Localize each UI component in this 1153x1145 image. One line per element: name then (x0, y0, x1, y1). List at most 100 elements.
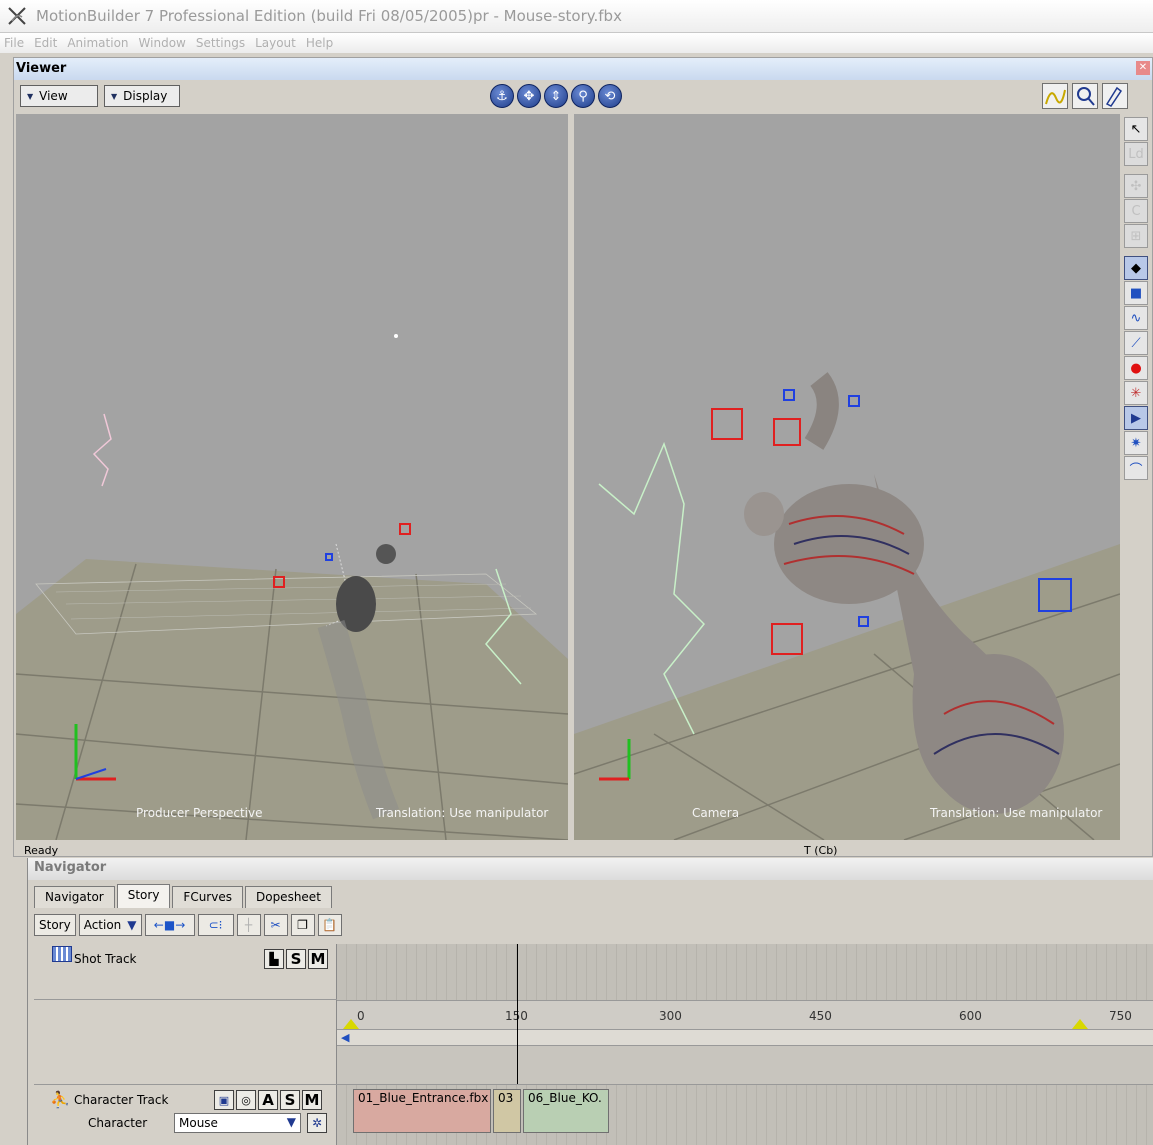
curve-display-icon[interactable] (1042, 83, 1068, 109)
paste-icon[interactable]: 📋 (317, 914, 342, 936)
copy-icon[interactable]: ❐ (290, 914, 315, 936)
tab-story[interactable]: Story (116, 884, 171, 908)
view-menu-button[interactable]: ▼ View (20, 85, 98, 107)
character-track-a-button[interactable]: A (258, 1090, 278, 1110)
view-menu-label: View (39, 89, 68, 103)
display-menu-label: Display (123, 89, 168, 103)
menu-file[interactable]: File (4, 36, 24, 50)
character-track-solo-button[interactable]: S (280, 1090, 300, 1110)
character-pick-icon[interactable]: ✲ (307, 1113, 327, 1133)
close-icon[interactable]: ✕ (1136, 61, 1150, 75)
story-toolbar: Story Action ▼ ←■→ ⊂⁝ ┼ ✂ ❐ 📋 (34, 914, 342, 936)
timeline-scrollbar[interactable]: ◀ (337, 1030, 1153, 1046)
light-icon[interactable]: ✷ (1124, 431, 1148, 455)
story-clip-01-blue-entrance[interactable]: 01_Blue_Entrance.fbx (353, 1089, 491, 1133)
camera-viewport[interactable]: Camera Translation: Use manipulator (574, 114, 1120, 840)
character-track-layer-icon[interactable]: ▣ (214, 1090, 234, 1110)
zoom-2d-icon[interactable] (1072, 83, 1098, 109)
character-track-mute-button[interactable]: M (302, 1090, 322, 1110)
character-track-lane[interactable]: 01_Blue_Entrance.fbx 03 06_Blue_KO. (337, 1084, 1153, 1145)
character-select-value: Mouse (179, 1116, 218, 1130)
right-viewport-label: Camera (692, 806, 740, 820)
viewer-navigation-tools: ⚓ ✥ ⇕ ⚲ ⟲ (490, 84, 622, 108)
dolly-icon[interactable]: ⇕ (544, 84, 568, 108)
shot-track-lane[interactable] (337, 944, 1153, 1000)
cube-icon[interactable]: ■ (1124, 281, 1148, 305)
magnet-icon[interactable]: ⊂⁝ (197, 914, 234, 936)
status-bar: Ready T (Cb) (14, 844, 1152, 858)
story-mode-button[interactable]: Story (34, 914, 76, 936)
tab-dopesheet[interactable]: Dopesheet (244, 886, 332, 908)
chevron-down-icon: ▼ (111, 91, 118, 101)
translate-tool-icon[interactable]: ✣ (1124, 174, 1148, 198)
timeline-area[interactable]: 0 150 300 450 600 750 ◀ 01_Blue_Entrance… (337, 944, 1153, 1145)
timeline-ruler[interactable]: 0 150 300 450 600 750 (337, 1000, 1153, 1030)
left-viewport-label: Producer Perspective (136, 806, 263, 820)
shot-track-toggle-icon[interactable]: ▙ (264, 949, 284, 969)
curve-icon[interactable]: ∿ (1124, 306, 1148, 330)
null-icon[interactable]: ✳ (1124, 381, 1148, 405)
right-viewport-translation: Translation: Use manipulator (930, 806, 1103, 820)
menu-bar: File Edit Animation Window Settings Layo… (0, 33, 1153, 53)
ruler-label-750: 750 (1109, 1009, 1132, 1023)
shot-track-label: Shot Track (74, 952, 137, 966)
character-track-icon: ⛹ (50, 1090, 70, 1109)
ld-tool-icon[interactable]: Ld (1124, 142, 1148, 166)
viewer-title: Viewer (14, 58, 1152, 80)
zoom-start-marker[interactable] (343, 1019, 359, 1029)
viewer-display-tools (1042, 83, 1128, 109)
scale-tool-icon[interactable]: ⊞ (1124, 224, 1148, 248)
camera-icon[interactable]: ▶ (1124, 406, 1148, 430)
path-icon[interactable]: ⌒ (1124, 456, 1148, 480)
marker-icon[interactable]: ● (1124, 356, 1148, 380)
menu-layout[interactable]: Layout (255, 36, 296, 50)
shot-track-mute-button[interactable]: M (308, 949, 328, 969)
ruler-label-600: 600 (959, 1009, 982, 1023)
edit-2d-icon[interactable] (1102, 83, 1128, 109)
action-mode-label: Action (83, 918, 122, 932)
move-clip-icon[interactable]: ←■→ (144, 914, 195, 936)
menu-edit[interactable]: Edit (34, 36, 57, 50)
chevron-down-icon: ▼ (27, 91, 34, 101)
select-arrow-icon[interactable]: ↖ (1124, 117, 1148, 141)
menu-animation[interactable]: Animation (67, 36, 128, 50)
anchor-icon[interactable]: ⚓ (490, 84, 514, 108)
navigator-window: Navigator Navigator Story FCurves Dopesh… (27, 858, 1153, 1145)
app-logo-icon (8, 7, 26, 25)
menu-window[interactable]: Window (139, 36, 186, 50)
orbit-icon[interactable]: ⟲ (598, 84, 622, 108)
camera-scene (574, 372, 1120, 840)
move-icon[interactable]: ✥ (517, 84, 541, 108)
navigator-tabs: Navigator Story FCurves Dopesheet (34, 884, 334, 908)
character-track-ghost-icon[interactable]: ◎ (236, 1090, 256, 1110)
menu-settings[interactable]: Settings (196, 36, 245, 50)
viewer-tool-column: ↖ Ld ✣ C ⊞ ◆ ■ ∿ ⟋ ● ✳ ▶ ✷ ⌒ (1124, 116, 1152, 516)
title-bar: MotionBuilder 7 Professional Edition (bu… (0, 0, 1153, 33)
scroll-left-icon[interactable]: ◀ (341, 1031, 349, 1044)
navigator-title: Navigator (28, 858, 1153, 880)
shot-track-row[interactable]: Shot Track ▙ S M (34, 944, 337, 1000)
tab-navigator[interactable]: Navigator (34, 886, 115, 908)
display-menu-button[interactable]: ▼ Display (104, 85, 180, 107)
tab-fcurves[interactable]: FCurves (172, 886, 243, 908)
action-mode-button[interactable]: Action ▼ (78, 914, 142, 936)
shot-track-solo-button[interactable]: S (286, 949, 306, 969)
character-field-label: Character (88, 1116, 148, 1130)
menu-help[interactable]: Help (306, 36, 333, 50)
character-track-row[interactable]: ⛹ Character Track ▣ ◎ A S M Character Mo… (34, 1084, 337, 1145)
split-track-icon[interactable]: ┼ (236, 914, 261, 936)
scissors-icon[interactable]: ✂ (263, 914, 288, 936)
bone-icon[interactable]: ⟋ (1124, 331, 1148, 355)
rotate-tool-icon[interactable]: C (1124, 199, 1148, 223)
viewer-window: Viewer ✕ ▼ View ▼ Display ⚓ ✥ ⇕ ⚲ ⟲ Prod… (13, 57, 1153, 857)
story-clip-03[interactable]: 03 (493, 1089, 521, 1133)
object-select-icon[interactable]: ◆ (1124, 256, 1148, 280)
story-clip-06-blue-ko[interactable]: 06_Blue_KO. (523, 1089, 609, 1133)
tc-label: T (Cb) (804, 844, 838, 857)
producer-perspective-viewport[interactable]: Producer Perspective Translation: Use ma… (16, 114, 568, 840)
zoom-icon[interactable]: ⚲ (571, 84, 595, 108)
zoom-end-marker[interactable] (1072, 1019, 1088, 1029)
left-viewport-translation: Translation: Use manipulator (376, 806, 549, 820)
character-select[interactable]: Mouse ▼ (174, 1113, 301, 1133)
ruler-label-450: 450 (809, 1009, 832, 1023)
